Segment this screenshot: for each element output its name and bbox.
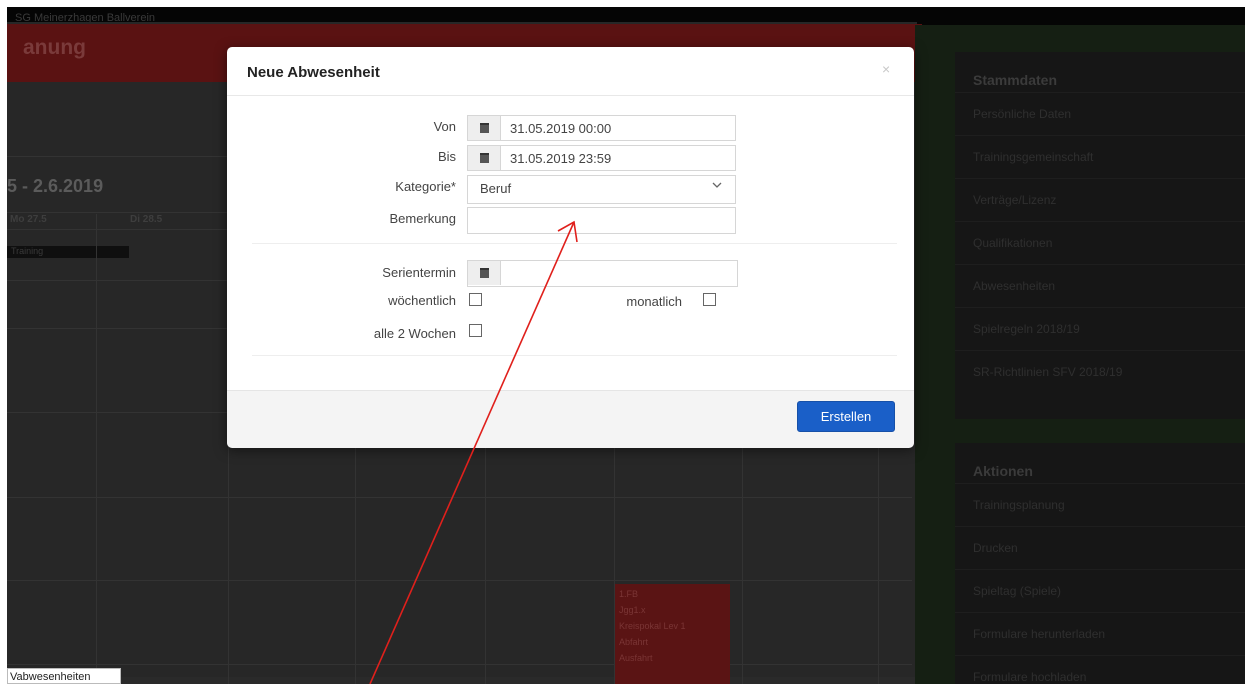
annotation-arrow bbox=[369, 220, 578, 684]
